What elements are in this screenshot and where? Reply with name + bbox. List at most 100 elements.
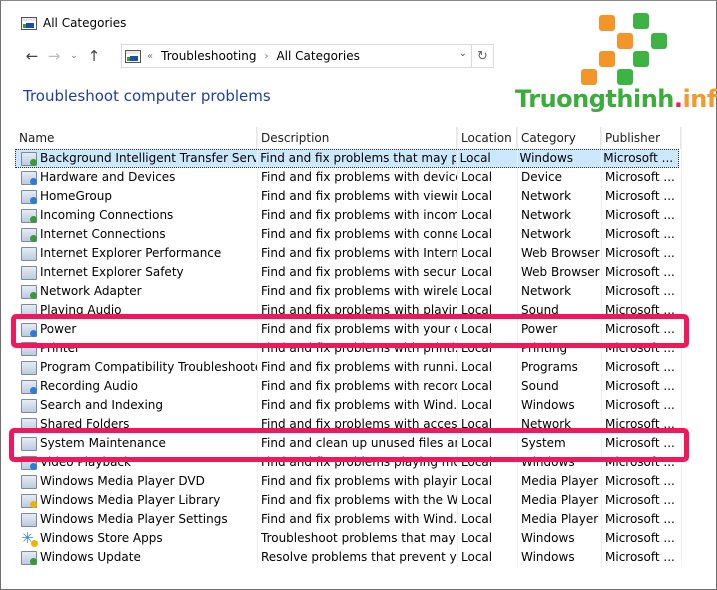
back-arrow-icon[interactable]: ← bbox=[21, 45, 43, 67]
cell-category: Windows bbox=[521, 550, 575, 564]
table-row[interactable]: Power Find and fix problems with your c..… bbox=[15, 320, 685, 339]
recording-audio-icon bbox=[21, 379, 37, 394]
column-header-category[interactable]: Category bbox=[517, 127, 601, 149]
program-compatibility-icon bbox=[21, 360, 37, 375]
logo-square bbox=[617, 69, 633, 85]
table-row[interactable]: Program Compatibility Troubleshooter Find… bbox=[15, 358, 685, 377]
column-header-name[interactable]: Name bbox=[15, 127, 257, 149]
table-row[interactable]: Windows Update Resolve problems that prev… bbox=[15, 548, 685, 567]
cell-name: System Maintenance bbox=[15, 434, 257, 453]
network-adapter-icon bbox=[21, 284, 37, 299]
table-row[interactable]: Printer Find and fix problems with printi… bbox=[15, 339, 685, 358]
shared-folders-icon bbox=[21, 417, 37, 432]
column-header-description[interactable]: Description bbox=[257, 127, 457, 149]
cell-publisher: Microsoft ... bbox=[603, 151, 674, 165]
cell-name: Windows Media Player Settings bbox=[15, 510, 257, 529]
cell-description: Find and fix problems with conne... bbox=[261, 227, 457, 241]
cell-description: Find and fix problems with playin... bbox=[261, 303, 457, 317]
table-row[interactable]: Recording Audio Find and fix problems wit… bbox=[15, 377, 685, 396]
cell-name: Windows Store Apps bbox=[15, 529, 257, 548]
cell-category: Windows bbox=[519, 151, 574, 165]
up-arrow-icon[interactable]: ↑ bbox=[83, 45, 105, 67]
row-name-label: Incoming Connections bbox=[40, 208, 174, 222]
cell-name: Internet Explorer Performance bbox=[15, 244, 257, 263]
forward-arrow-icon[interactable]: → bbox=[43, 45, 65, 67]
breadcrumb-all-categories[interactable]: All Categories bbox=[276, 49, 359, 63]
row-name-label: System Maintenance bbox=[40, 436, 166, 450]
cell-category: Network bbox=[521, 417, 572, 431]
row-name-label: Windows Media Player DVD bbox=[40, 474, 205, 488]
table-row[interactable]: Hardware and Devices Find and fix problem… bbox=[15, 168, 685, 187]
table-row[interactable]: Playing Audio Find and fix problems with … bbox=[15, 301, 685, 320]
table-row[interactable]: System Maintenance Find and clean up unus… bbox=[15, 434, 685, 453]
cell-name: HomeGroup bbox=[15, 187, 257, 206]
table-row[interactable]: Windows Media Player DVD Find and fix pro… bbox=[15, 472, 685, 491]
row-name-label: Recording Audio bbox=[40, 379, 138, 393]
breadcrumb-separator-icon[interactable]: › bbox=[264, 51, 268, 62]
cell-category: Network bbox=[521, 189, 572, 203]
row-name-label: Search and Indexing bbox=[40, 398, 164, 412]
watermark-text: Truongthinh.info bbox=[515, 85, 717, 113]
cell-publisher: Microsoft ... bbox=[605, 341, 675, 355]
column-divider bbox=[681, 127, 682, 567]
search-indexing-icon bbox=[21, 398, 37, 413]
cell-publisher: Microsoft ... bbox=[605, 512, 675, 526]
cell-publisher: Microsoft ... bbox=[605, 227, 675, 241]
column-header-row: Name Description Location Category Publi… bbox=[15, 127, 685, 149]
cell-name: Network Adapter bbox=[15, 282, 257, 301]
cell-publisher: Microsoft ... bbox=[605, 550, 675, 564]
troubleshooting-window: All Categories ← → ⌄ ↑ « Troubleshooting… bbox=[0, 0, 717, 590]
breadcrumb-troubleshooting[interactable]: Troubleshooting bbox=[161, 49, 256, 63]
cell-description: Find and fix problems that may p... bbox=[260, 151, 456, 165]
cell-name: Shared Folders bbox=[15, 415, 257, 434]
column-header-publisher[interactable]: Publisher bbox=[601, 127, 681, 149]
cell-location: Local bbox=[461, 360, 493, 374]
table-row[interactable]: Internet Explorer Safety Find and fix pro… bbox=[15, 263, 685, 282]
table-row[interactable]: Incoming Connections Find and fix problem… bbox=[15, 206, 685, 225]
column-header-location[interactable]: Location bbox=[457, 127, 517, 149]
cell-publisher: Microsoft ... bbox=[605, 284, 675, 298]
wmp-library-icon bbox=[21, 493, 37, 508]
table-row[interactable]: HomeGroup Find and fix problems with view… bbox=[15, 187, 685, 206]
cell-category: Network bbox=[521, 208, 572, 222]
address-bar[interactable]: « Troubleshooting › All Categories ⌄ ↻ bbox=[121, 44, 494, 68]
breadcrumb: « Troubleshooting › All Categories bbox=[147, 49, 360, 63]
cell-name: Printer bbox=[15, 339, 257, 358]
cell-location: Local bbox=[459, 151, 491, 165]
cell-publisher: Microsoft ... bbox=[605, 474, 675, 488]
row-name-label: Internet Explorer Performance bbox=[40, 246, 222, 260]
table-row[interactable]: Internet Connections Find and fix problem… bbox=[15, 225, 685, 244]
cell-description: Troubleshoot problems that may ... bbox=[261, 531, 457, 545]
table-row[interactable]: Windows Media Player Library Find and fix… bbox=[15, 491, 685, 510]
incoming-connections-icon bbox=[21, 208, 37, 223]
table-row[interactable]: Network Adapter Find and fix problems wit… bbox=[15, 282, 685, 301]
row-name-label: Internet Connections bbox=[40, 227, 166, 241]
table-row[interactable]: Windows Store Apps Troubleshoot problems … bbox=[15, 529, 685, 548]
cell-category: Network bbox=[521, 284, 572, 298]
column-divider bbox=[257, 127, 258, 567]
recent-locations-chevron-icon[interactable]: ⌄ bbox=[65, 45, 83, 67]
logo-square bbox=[651, 33, 667, 49]
internet-connections-icon bbox=[21, 227, 37, 242]
table-row[interactable]: Background Intelligent Transfer Service F… bbox=[15, 149, 679, 168]
breadcrumb-overflow[interactable]: « bbox=[147, 51, 153, 62]
cell-location: Local bbox=[461, 322, 493, 336]
cell-location: Local bbox=[461, 493, 493, 507]
window-title: All Categories bbox=[43, 16, 127, 30]
cell-category: Windows bbox=[521, 398, 575, 412]
refresh-icon[interactable]: ↻ bbox=[471, 45, 493, 67]
cell-category: Windows bbox=[521, 531, 575, 545]
windows-store-icon bbox=[21, 529, 38, 548]
logo-square bbox=[617, 33, 633, 49]
table-row[interactable]: Video Playback Find and fix problems play… bbox=[15, 453, 685, 472]
table-row[interactable]: Shared Folders Find and fix problems with… bbox=[15, 415, 685, 434]
table-row[interactable]: Windows Media Player Settings Find and fi… bbox=[15, 510, 685, 529]
cell-name: Video Playback bbox=[15, 453, 257, 472]
address-control-panel-icon bbox=[125, 49, 141, 63]
table-row[interactable]: Search and Indexing Find and fix problems… bbox=[15, 396, 685, 415]
cell-location: Local bbox=[461, 531, 493, 545]
cell-location: Local bbox=[461, 512, 493, 526]
address-dropdown-icon[interactable]: ⌄ bbox=[459, 48, 467, 59]
table-row[interactable]: Internet Explorer Performance Find and fi… bbox=[15, 244, 685, 263]
cell-description: Find and fix problems with viewin... bbox=[261, 189, 457, 203]
